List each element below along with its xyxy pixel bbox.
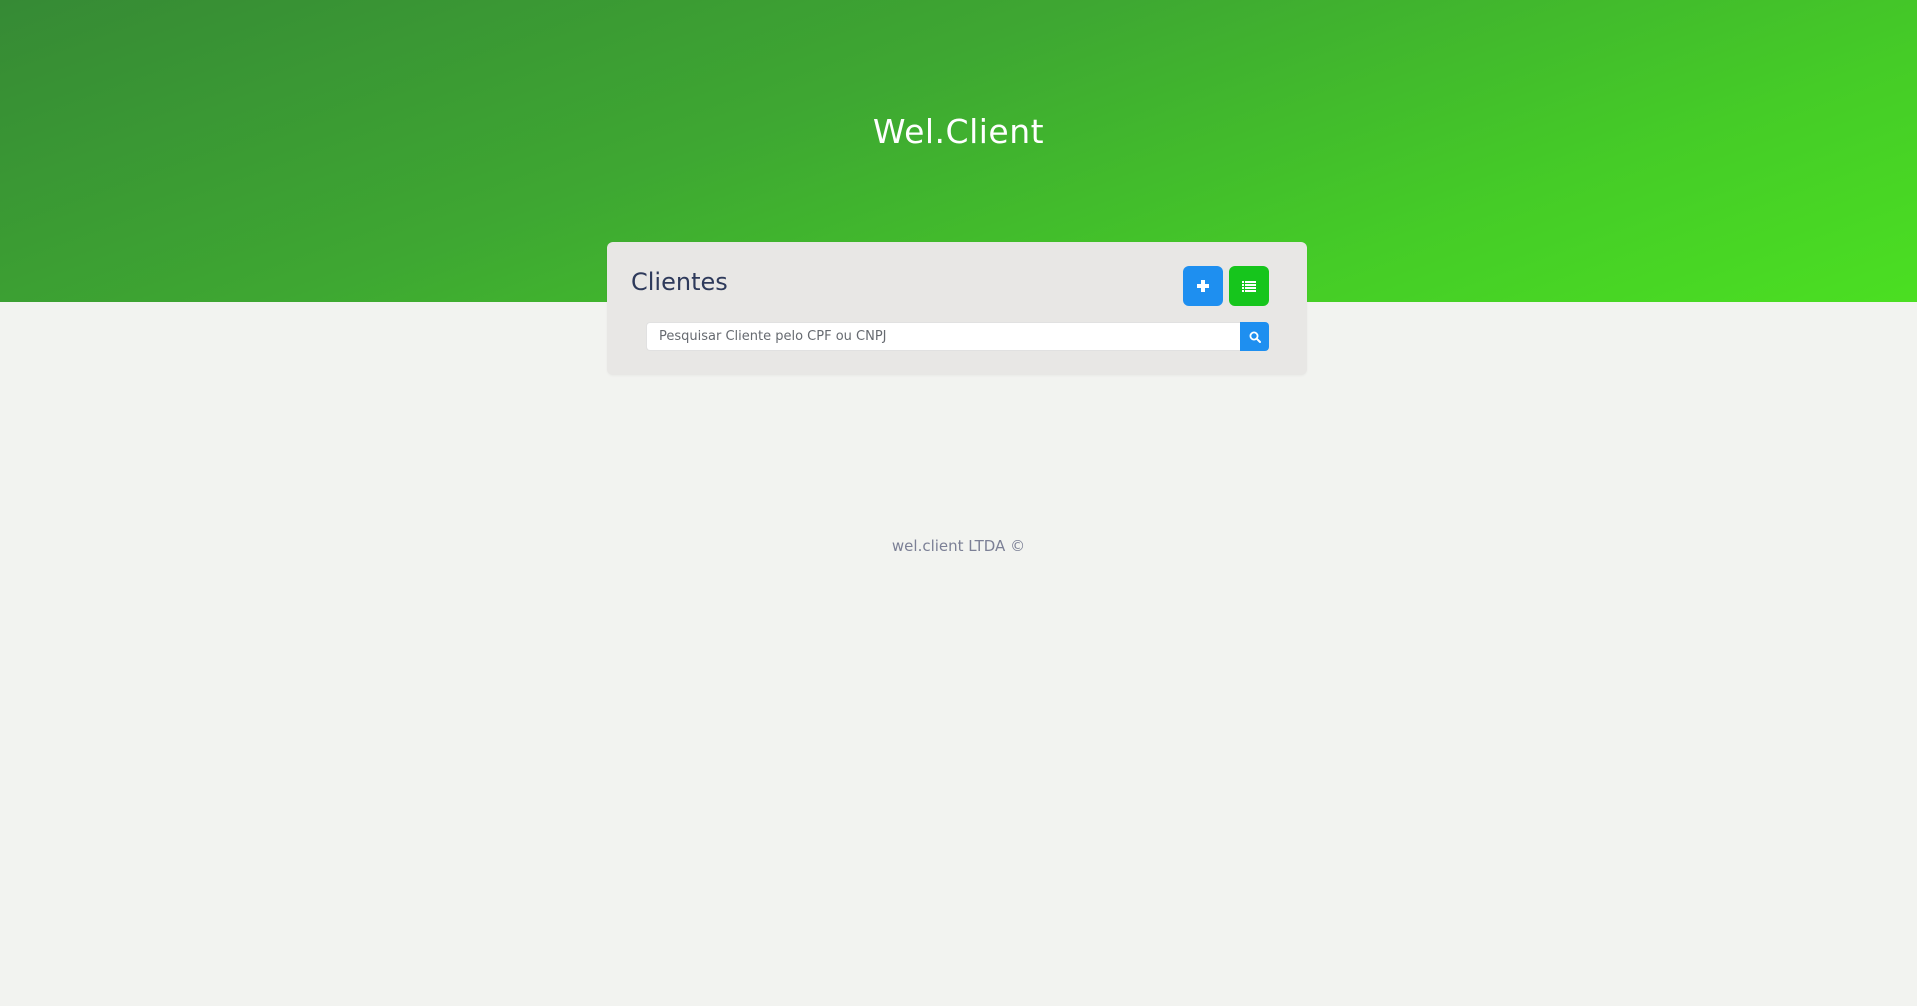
search-button[interactable] (1240, 322, 1269, 351)
list-icon (1242, 280, 1256, 292)
app-title: Wel.Client (872, 112, 1045, 151)
plus-icon (1197, 280, 1209, 292)
footer-copyright: wel.client LTDA © (891, 537, 1026, 555)
search-input[interactable] (646, 322, 1240, 351)
add-client-button[interactable] (1183, 266, 1223, 306)
search-group (646, 322, 1276, 351)
clients-card: Clientes (607, 242, 1307, 375)
list-clients-button[interactable] (1229, 266, 1269, 306)
card-title: Clientes (631, 268, 728, 296)
search-icon (1249, 331, 1261, 343)
